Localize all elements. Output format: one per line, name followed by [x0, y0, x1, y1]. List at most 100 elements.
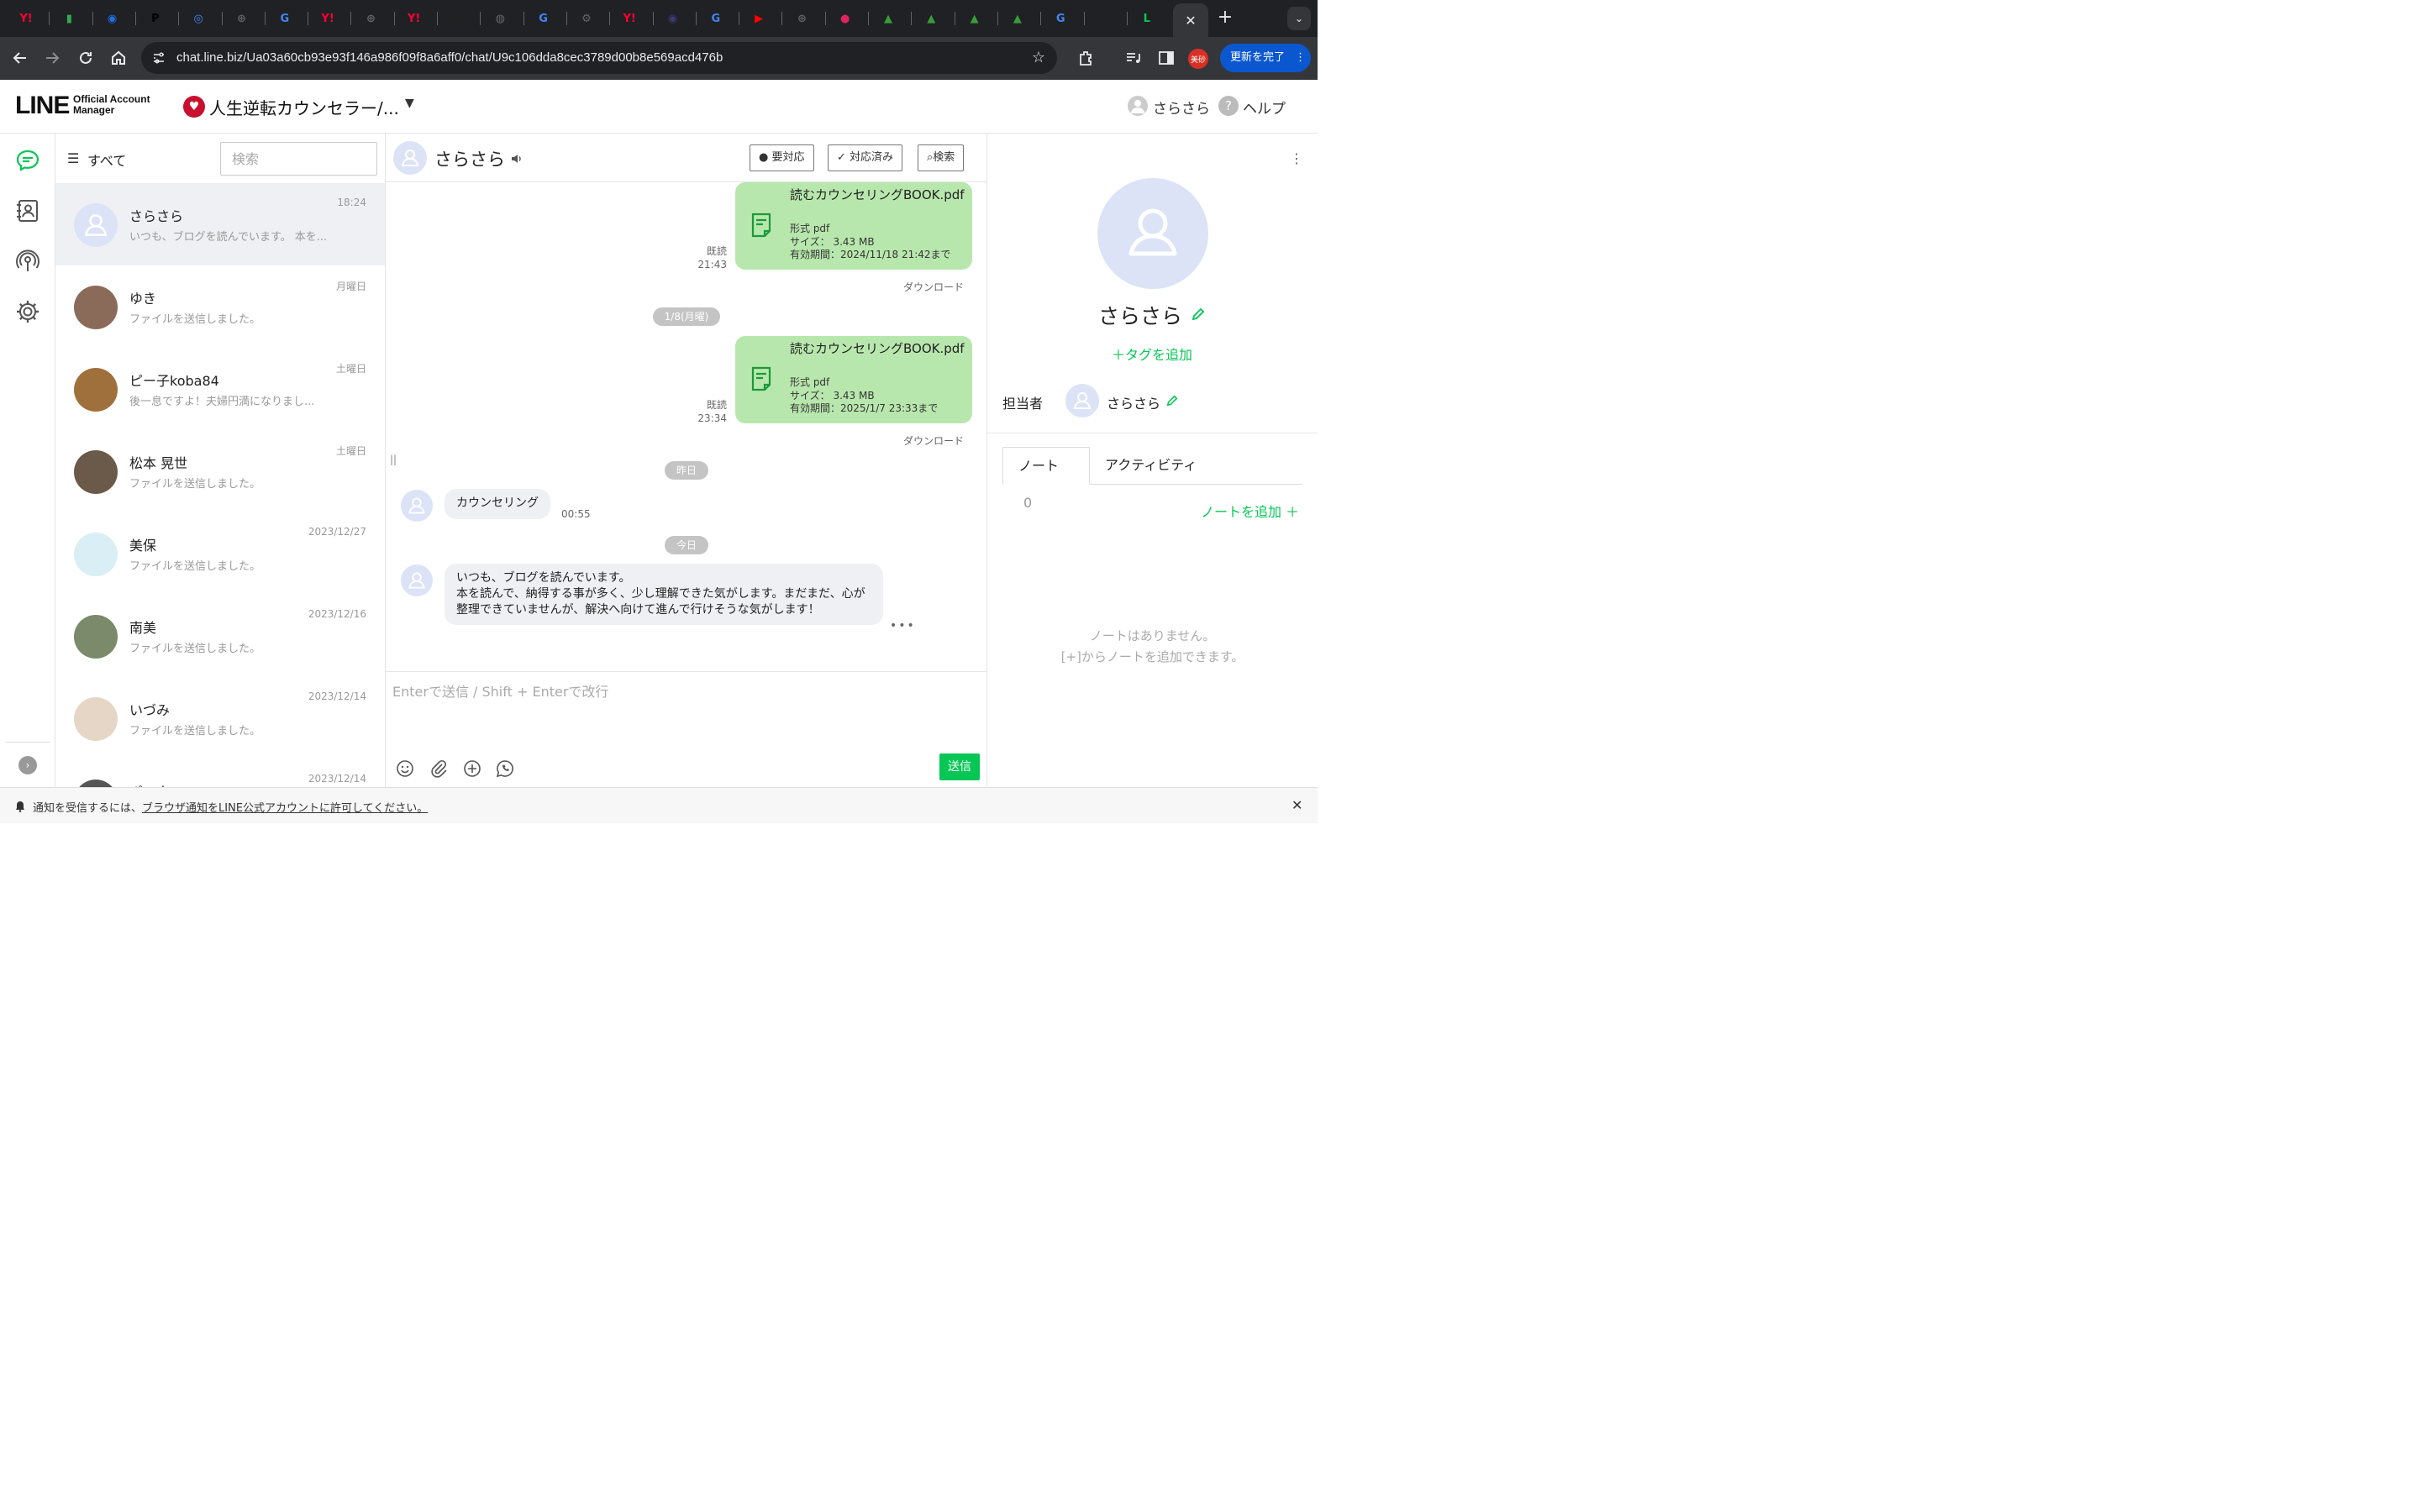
help-icon[interactable]: ? [1218, 96, 1239, 116]
notification-permission-link[interactable]: ブラウザ通知をLINE公式アカウントに許可してください。 [142, 802, 428, 815]
tab-activity[interactable]: アクティビティ [1090, 447, 1212, 485]
back-icon[interactable] [9, 47, 31, 69]
browser-tab[interactable]: G [273, 7, 297, 30]
side-panel-icon[interactable] [1155, 47, 1177, 69]
incoming-message[interactable]: カウンセリング [445, 489, 550, 519]
browser-tab[interactable]: ◉ [101, 7, 124, 30]
contacts-icon[interactable] [14, 197, 41, 224]
menu-kebab-icon[interactable]: ⋮ [1295, 51, 1306, 64]
url-text[interactable]: chat.line.biz/Ua03a60cb93e93f146a986f09f… [176, 42, 723, 74]
browser-tab[interactable]: ▲ [919, 7, 943, 30]
pane-resize-handle[interactable]: || [390, 454, 397, 467]
extensions-icon[interactable] [1075, 47, 1097, 69]
browser-tab[interactable]: ⊕ [230, 7, 254, 30]
chat-search-input[interactable] [220, 142, 377, 176]
browser-tab[interactable]: G [704, 7, 728, 30]
new-tab-button[interactable]: + [1215, 8, 1235, 29]
browser-tab[interactable]: ▮ [57, 7, 81, 30]
reload-icon[interactable] [75, 47, 97, 69]
file-message-bubble[interactable]: 読むカウンセリングBOOK.pdf 形式 pdf サイズ： 3.43 MB 有効… [735, 182, 972, 270]
chat-list-item[interactable]: 南美 ファイルを送信しました。 2023/12/16 [55, 595, 385, 677]
chat-search-button[interactable]: ⌕検索 [918, 144, 965, 171]
tab-notes[interactable]: ノート 0 [1002, 447, 1090, 511]
pencil-icon[interactable] [1165, 394, 1179, 407]
browser-tab[interactable]: ⊕ [790, 7, 813, 30]
add-content-icon[interactable] [463, 759, 481, 778]
speaker-icon[interactable] [510, 152, 523, 169]
forward-icon[interactable] [41, 47, 63, 69]
active-tab[interactable]: ✕ [1173, 3, 1208, 37]
contact-avatar[interactable] [401, 564, 433, 596]
account-selector[interactable]: 人生逆転カウンセラー/... [209, 95, 399, 119]
account-avatar-icon[interactable]: ♥ [183, 96, 205, 118]
user-avatar-icon[interactable] [1128, 96, 1148, 116]
update-button[interactable]: 更新を完了 ⋮ [1220, 44, 1311, 72]
browser-tab[interactable]: ◎ [187, 7, 210, 30]
browser-tab[interactable]: ⊕ [359, 7, 382, 30]
browser-tab[interactable]: Y! [618, 7, 641, 30]
chat-icon[interactable] [14, 147, 41, 174]
browser-tab[interactable]: G [1049, 7, 1072, 30]
browser-tab[interactable]: ◉ [661, 7, 685, 30]
browser-tab[interactable]: G [532, 7, 555, 30]
more-options-icon[interactable]: ••• [890, 619, 916, 633]
browser-tab[interactable]: Y! [402, 7, 426, 30]
browser-tab[interactable]: ⚙ [575, 7, 598, 30]
browser-tab[interactable]: ● [834, 7, 857, 30]
user-name[interactable]: さらさら [1153, 97, 1210, 118]
done-button[interactable]: ✓ 対応済み [828, 144, 903, 171]
gear-icon[interactable] [14, 298, 41, 325]
add-note-button[interactable]: ノートを追加 ＋ [1201, 501, 1299, 521]
site-settings-icon[interactable] [151, 50, 166, 66]
close-icon[interactable]: ✕ [1292, 797, 1302, 813]
message-input[interactable] [392, 680, 981, 739]
file-name[interactable]: 読むカウンセリングBOOK.pdf [790, 341, 966, 357]
call-icon[interactable] [496, 759, 514, 778]
incoming-message[interactable]: いつも、ブログを読んでいます。 本を読んで、納得する事が多く、少し理解できた気が… [445, 564, 883, 625]
pencil-icon[interactable] [1191, 307, 1206, 322]
chat-list-item[interactable]: ピー子koba84 後一息ですよ！夫婦円満になりまし... 土曜日 [55, 348, 385, 430]
browser-tab[interactable]: ▲ [963, 7, 986, 30]
browser-tab[interactable]: ▶ [747, 7, 771, 30]
address-bar[interactable]: chat.line.biz/Ua03a60cb93e93f146a986f09f… [141, 42, 1057, 74]
browser-tab[interactable]: L [1135, 7, 1159, 30]
more-options-icon[interactable]: ⋮ [1290, 150, 1303, 166]
chat-list-item[interactable]: いづみ ファイルを送信しました。 2023/12/14 [55, 677, 385, 759]
send-button[interactable]: 送信 [939, 753, 980, 780]
tab-search-button[interactable]: ⌄ [1287, 7, 1311, 30]
menu-icon[interactable]: ☰ [67, 150, 79, 166]
file-name[interactable]: 読むカウンセリングBOOK.pdf [790, 187, 966, 203]
bookmark-star-icon[interactable]: ☆ [1032, 49, 1045, 66]
profile-avatar[interactable] [1097, 178, 1208, 289]
message-area[interactable]: 読むカウンセリングBOOK.pdf 形式 pdf サイズ： 3.43 MB 有効… [386, 182, 987, 671]
browser-tab[interactable]: ▲ [1006, 7, 1029, 30]
expand-rail-icon[interactable]: › [18, 756, 37, 774]
download-link[interactable]: ダウンロード [903, 280, 964, 294]
needs-action-button[interactable]: ● 要対応 [750, 144, 814, 171]
chat-filter-dropdown[interactable]: すべて [87, 150, 126, 170]
contact-avatar[interactable] [393, 141, 427, 175]
browser-tab[interactable]: Y! [14, 7, 38, 30]
chat-list-item[interactable]: ゆき ファイルを送信しました。 月曜日 [55, 265, 385, 348]
browser-tab[interactable]: P [144, 7, 167, 30]
browser-tab[interactable]: ▲ [876, 7, 900, 30]
media-control-icon[interactable] [1123, 47, 1144, 69]
browser-tab[interactable]: LY [1092, 7, 1116, 30]
browser-tab[interactable]: ◍ [488, 7, 512, 30]
chat-list-item[interactable]: さらさら いつも、ブログを読んでいます。 本を... 18:24 [55, 183, 385, 265]
chat-list-item[interactable]: ポン太 2023/12/14 [55, 759, 385, 787]
home-icon[interactable] [108, 47, 129, 69]
emoji-icon[interactable] [396, 759, 414, 778]
attachment-icon[interactable] [429, 759, 448, 778]
add-tag-button[interactable]: ＋タグを追加 [1112, 344, 1192, 364]
close-tab-icon[interactable]: ✕ [1185, 13, 1196, 29]
chevron-down-icon[interactable]: ▼ [405, 97, 414, 110]
chat-list-item[interactable]: 美保 ファイルを送信しました。 2023/12/27 [55, 512, 385, 595]
chat-list-item[interactable]: 松本 晃世 ファイルを送信しました。 土曜日 [55, 430, 385, 512]
browser-tab[interactable]: b [445, 7, 469, 30]
download-link[interactable]: ダウンロード [903, 433, 964, 448]
profile-avatar[interactable]: 美砂 [1188, 49, 1208, 69]
browser-tab[interactable]: Y! [316, 7, 339, 30]
help-link[interactable]: ヘルプ [1243, 97, 1286, 118]
line-logo[interactable]: LINE [15, 92, 70, 120]
